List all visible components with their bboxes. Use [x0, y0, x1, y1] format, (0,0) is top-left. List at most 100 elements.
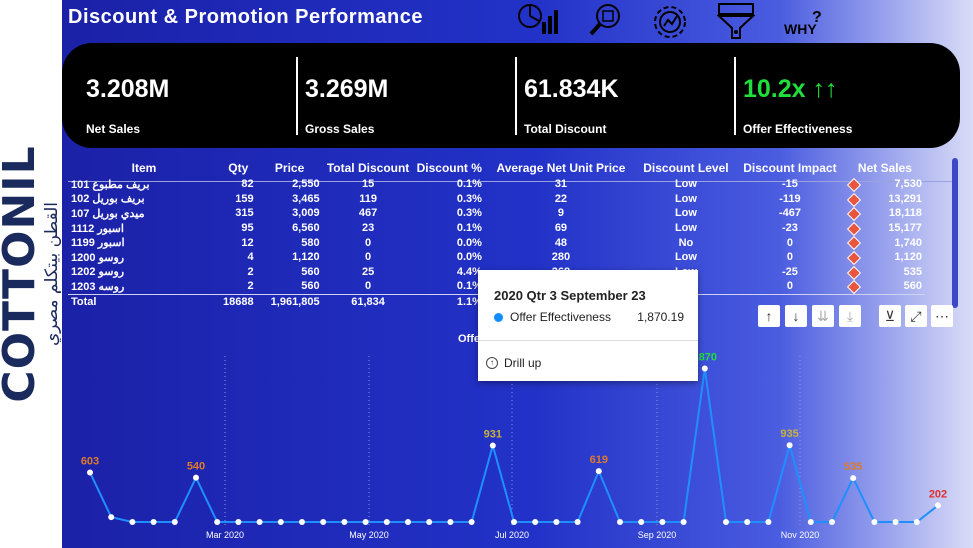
table-row[interactable]: ميدي بوريل 107 315 3,009 467 0.3% 9 Low -467 18,…	[68, 206, 925, 222]
data-point[interactable]	[532, 519, 539, 525]
settings-chart-icon[interactable]	[650, 2, 690, 42]
data-point[interactable]	[659, 519, 666, 525]
filter-icon[interactable]: ⊻	[879, 305, 901, 327]
table-cell-anu: 280	[551, 251, 571, 264]
table-cell-anu: 48	[554, 236, 568, 249]
kpi-value: 10.2x ↑↑	[743, 75, 838, 103]
table-cell-price: 560	[301, 265, 320, 278]
column-header[interactable]: Discount Impact	[735, 158, 845, 177]
table-row[interactable]: بريف مطبوع 101 82 2,550 15 0.1% 31 Low -15 7,530	[68, 177, 925, 193]
data-point[interactable]	[405, 519, 411, 525]
table-cell-item: روسو 1202	[71, 266, 125, 279]
column-header[interactable]: Net Sales	[845, 158, 925, 177]
data-point[interactable]	[807, 519, 814, 525]
column-header[interactable]: Price	[257, 158, 323, 177]
focus-mode-icon[interactable]: ⤢	[905, 305, 927, 327]
dashboard-icon[interactable]	[516, 2, 562, 38]
table-cell-ns: 1,120	[845, 250, 925, 266]
brand-logo: COTTONIL القطن بيتكلم مصري	[0, 94, 62, 454]
drill-up-icon[interactable]: ↑	[758, 305, 780, 327]
data-point[interactable]	[701, 365, 708, 372]
more-options-icon[interactable]: ⋯	[931, 305, 953, 327]
report-canvas: Discount & Promotion Performance WHY ? 3…	[62, 0, 973, 548]
data-point[interactable]	[892, 519, 899, 525]
column-header[interactable]: Item	[68, 158, 220, 177]
visual-header-toolbar: ⊻ ⤢ ⋯	[879, 305, 953, 327]
kpi-diamond-icon	[846, 207, 862, 222]
table-row[interactable]: بريف بوريل 102 159 3,465 119 0.3% 22 Low -119 13…	[68, 192, 925, 207]
funnel-icon[interactable]	[716, 2, 756, 42]
data-point[interactable]	[87, 469, 93, 476]
table-scrollbar[interactable]	[952, 158, 958, 308]
data-point[interactable]	[574, 519, 581, 525]
table-row[interactable]: روسو 1200 4 1,120 0 0.0% 280 Low 0 1,120	[68, 250, 925, 266]
search-report-icon[interactable]	[588, 2, 624, 38]
data-point[interactable]	[129, 519, 136, 525]
data-point[interactable]	[214, 519, 221, 525]
data-point[interactable]	[935, 502, 941, 509]
data-point[interactable]	[256, 519, 263, 525]
kpi-label: Offer Effectiveness	[743, 122, 853, 136]
expand-hierarchy-icon[interactable]: ⤓	[839, 305, 861, 327]
table-cell-td: 25	[361, 265, 375, 278]
data-point[interactable]	[341, 519, 348, 525]
series-line[interactable]	[89, 368, 939, 523]
table-cell-item: اسبور 1199	[71, 237, 125, 250]
data-point[interactable]	[680, 519, 687, 525]
data-point[interactable]	[171, 519, 178, 525]
drill-down-icon[interactable]: ↓	[785, 305, 807, 327]
data-point[interactable]	[299, 519, 305, 525]
why-icon[interactable]: WHY ?	[782, 2, 828, 38]
table-cell-qty: 159	[235, 192, 254, 205]
brand-tagline: القطن بيتكلم مصري	[42, 201, 62, 347]
column-header[interactable]: Total Discount	[323, 158, 414, 177]
table-cell-dl: Low	[674, 207, 697, 220]
data-point[interactable]	[829, 519, 835, 525]
data-point[interactable]	[744, 519, 751, 525]
table-cell-dp: 0.1%	[456, 178, 482, 191]
table-cell-price: 6,560	[292, 222, 320, 235]
column-header[interactable]: Discount %	[414, 158, 485, 177]
data-point[interactable]	[235, 519, 242, 525]
table-cell-qty: 82	[241, 178, 254, 191]
data-point[interactable]	[638, 519, 645, 525]
tooltip-drill-up[interactable]: ↑ Drill up	[486, 356, 541, 370]
data-point[interactable]	[447, 519, 454, 525]
column-header[interactable]: Discount Level	[637, 158, 735, 177]
data-point[interactable]	[320, 519, 327, 525]
table-cell-value: 535	[903, 265, 922, 278]
data-point[interactable]	[850, 475, 857, 482]
table-cell-dp: 0.3%	[456, 207, 482, 220]
data-point[interactable]	[871, 519, 878, 525]
expand-level-icon[interactable]: ⇊	[812, 305, 834, 327]
table-cell-item: اسبور 1112	[71, 222, 124, 235]
page-title: Discount & Promotion Performance	[68, 6, 423, 28]
data-point[interactable]	[277, 519, 284, 525]
tooltip-series-row: Offer Effectiveness	[494, 310, 611, 324]
data-point[interactable]	[913, 519, 920, 525]
table-row[interactable]: اسبور 1112 95 6,560 23 0.1% 69 Low -23 15,177	[68, 221, 925, 236]
data-point[interactable]	[362, 519, 369, 525]
data-point[interactable]	[617, 519, 623, 525]
data-point[interactable]	[468, 519, 475, 525]
data-point[interactable]	[193, 474, 199, 481]
data-point[interactable]	[553, 519, 560, 525]
data-point[interactable]	[108, 514, 115, 521]
data-point[interactable]	[511, 519, 517, 525]
data-point[interactable]	[489, 442, 496, 449]
table-cell-dl: Low	[674, 178, 697, 191]
data-point[interactable]	[786, 442, 793, 449]
data-point[interactable]	[595, 468, 602, 475]
column-header[interactable]: Average Net Unit Price	[485, 158, 637, 177]
kpi-diamond-icon	[846, 280, 862, 295]
visual-toolbar: ↑ ↓ ⇊ ⤓	[758, 305, 861, 327]
data-point[interactable]	[383, 519, 390, 525]
data-point[interactable]	[150, 519, 157, 525]
column-header[interactable]: Qty	[220, 158, 257, 177]
data-point[interactable]	[765, 519, 772, 525]
data-point[interactable]	[426, 519, 433, 525]
table-cell-anu: 69	[554, 222, 568, 235]
table-row[interactable]: اسبور 1199 12 580 0 0.0% 48 No 0 1,740	[68, 235, 925, 251]
data-point[interactable]	[723, 519, 729, 525]
nav-icons: WHY ?	[516, 2, 828, 42]
